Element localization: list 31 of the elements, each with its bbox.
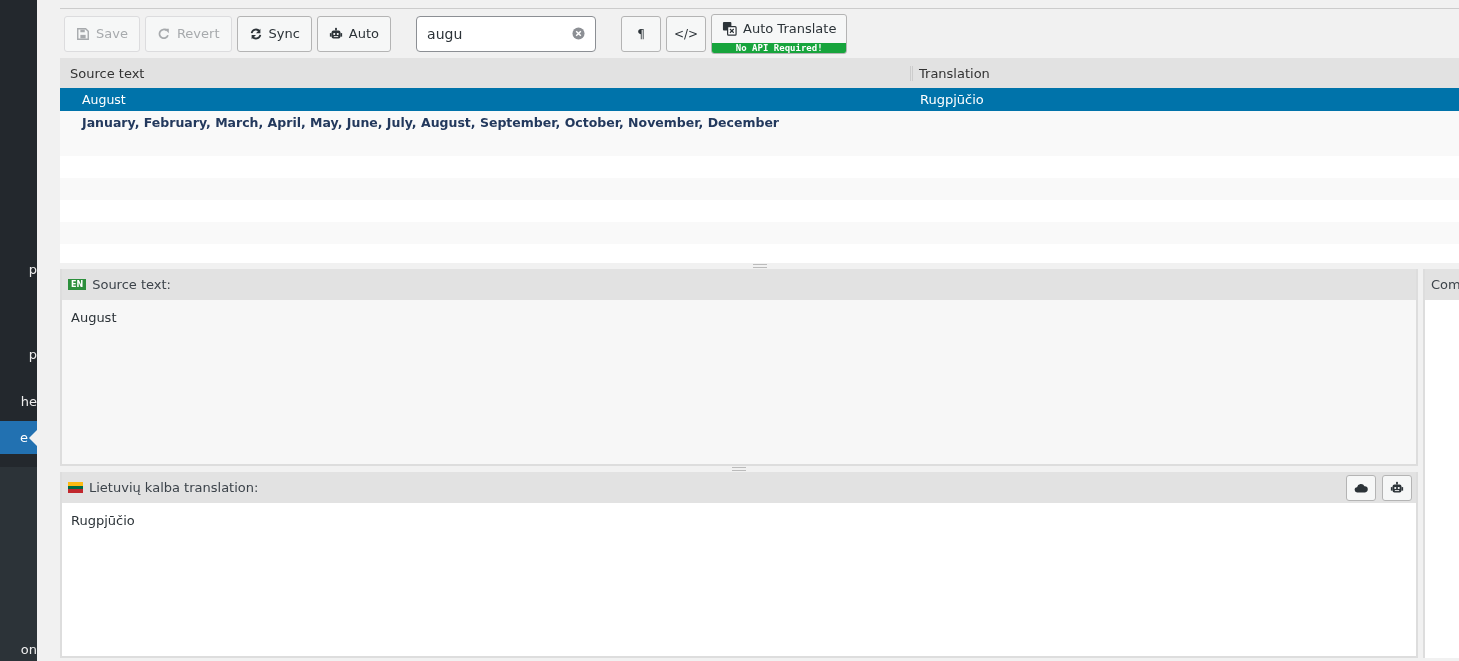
search-field[interactable]: augu <box>416 15 597 52</box>
robot-icon <box>328 26 343 41</box>
toggle-button[interactable]: </> <box>666 15 707 52</box>
robot-button[interactable] <box>1382 474 1412 501</box>
column-header[interactable]: Source text <box>60 65 910 81</box>
source-text: August <box>62 300 1416 464</box>
sidebar-item[interactable]: e <box>0 421 37 454</box>
sidebar-item[interactable]: p <box>0 343 37 367</box>
translation-field[interactable]: Rugpjūčio <box>62 503 1416 656</box>
flag-icon <box>68 482 83 493</box>
translate-icon <box>722 21 738 36</box>
panel-title: Source text: <box>92 277 171 292</box>
table-cell[interactable]: Rugpjūčio <box>920 92 984 107</box>
sidebar-item[interactable]: p <box>0 258 37 282</box>
panel-title: Com <box>1431 277 1459 292</box>
table-cell[interactable]: August <box>60 92 920 107</box>
refresh-icon <box>248 26 263 41</box>
undo-icon <box>156 26 171 41</box>
promo-badge: No API Required! <box>712 42 847 53</box>
column-header[interactable]: Translation <box>910 65 990 81</box>
panel-title: Lietuvių kalba translation: <box>89 480 259 495</box>
cloud-button[interactable] <box>1346 474 1376 501</box>
sync-button[interactable]: Sync <box>236 15 312 52</box>
sidebar-item[interactable]: on <box>0 637 37 661</box>
clear-icon[interactable] <box>572 26 586 40</box>
toggle-button[interactable]: ¶ <box>621 15 662 52</box>
robot-icon <box>1390 480 1404 495</box>
language-badge: EN <box>68 279 87 290</box>
auto-translate-button[interactable]: Auto Translate No API Required! <box>711 13 848 54</box>
sidebar-item[interactable]: he <box>0 390 37 414</box>
robot-button[interactable]: Auto <box>316 15 392 52</box>
